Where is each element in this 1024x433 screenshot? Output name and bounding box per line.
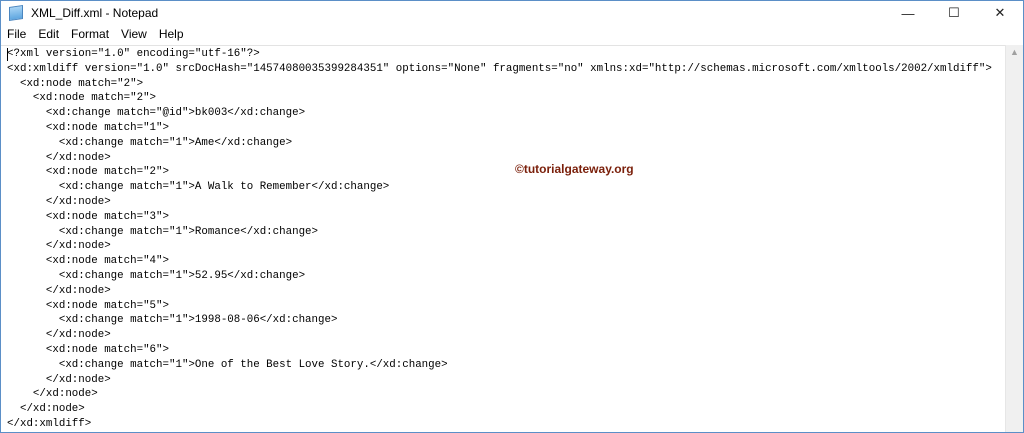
editor-line[interactable]: <?xml version="1.0" encoding="utf-16"?> [7, 47, 992, 62]
watermark: ©tutorialgateway.org [515, 162, 634, 176]
editor-line[interactable]: </xd:node> [7, 402, 992, 417]
notepad-window: XML_Diff.xml - Notepad — ☐ ✕ File Edit F… [0, 0, 1024, 433]
notepad-icon [9, 5, 23, 21]
editor-line[interactable]: </xd:node> [7, 373, 992, 388]
editor-line[interactable]: </xd:node> [7, 387, 992, 402]
editor-line[interactable]: </xd:node> [7, 151, 992, 166]
editor-line[interactable]: </xd:xmldiff> [7, 417, 992, 432]
editor-line[interactable]: <xd:change match="1">A Walk to Remember<… [7, 180, 992, 195]
vertical-scrollbar[interactable]: ▲ [1005, 45, 1023, 432]
maximize-button[interactable]: ☐ [931, 1, 977, 25]
editor-line[interactable]: <xd:change match="1">Ame</xd:change> [7, 136, 992, 151]
editor-text[interactable]: <?xml version="1.0" encoding="utf-16"?> <… [7, 47, 992, 432]
editor-line[interactable]: </xd:node> [7, 328, 992, 343]
editor-line[interactable]: <xd:node match="1"> [7, 121, 992, 136]
editor-line[interactable]: <xd:change match="1">Romance</xd:change> [7, 225, 992, 240]
editor-line[interactable]: <xd:xmldiff version="1.0" srcDocHash="14… [7, 62, 992, 77]
editor-line[interactable]: <xd:change match="1">1998-08-06</xd:chan… [7, 313, 992, 328]
minimize-button[interactable]: — [885, 1, 931, 25]
text-editor[interactable]: <?xml version="1.0" encoding="utf-16"?> <… [1, 45, 1005, 432]
menu-bar: File Edit Format View Help [1, 25, 1023, 43]
editor-line[interactable]: <xd:change match="@id">bk003</xd:change> [7, 106, 992, 121]
menu-format[interactable]: Format [65, 25, 115, 43]
menu-help[interactable]: Help [153, 25, 190, 43]
menu-edit[interactable]: Edit [32, 25, 65, 43]
editor-line[interactable]: </xd:node> [7, 195, 992, 210]
close-button[interactable]: ✕ [977, 1, 1023, 25]
title-bar[interactable]: XML_Diff.xml - Notepad — ☐ ✕ [1, 1, 1023, 25]
editor-line[interactable]: </xd:node> [7, 239, 992, 254]
editor-line[interactable]: <xd:change match="1">One of the Best Lov… [7, 358, 992, 373]
editor-line[interactable]: <xd:node match="5"> [7, 299, 992, 314]
window-title: XML_Diff.xml - Notepad [31, 6, 159, 20]
scroll-up-icon[interactable]: ▲ [1006, 47, 1023, 57]
editor-line[interactable]: <xd:node match="2"> [7, 165, 992, 180]
editor-line[interactable]: <xd:node match="4"> [7, 254, 992, 269]
editor-line[interactable]: <xd:node match="2"> [7, 91, 992, 106]
text-caret [7, 48, 8, 61]
editor-line[interactable]: <xd:node match="6"> [7, 343, 992, 358]
editor-line[interactable]: <xd:node match="3"> [7, 210, 992, 225]
menu-view[interactable]: View [115, 25, 153, 43]
editor-line[interactable]: </xd:node> [7, 284, 992, 299]
editor-line[interactable]: <xd:change match="1">52.95</xd:change> [7, 269, 992, 284]
menu-file[interactable]: File [1, 25, 32, 43]
editor-line[interactable]: <xd:node match="2"> [7, 77, 992, 92]
